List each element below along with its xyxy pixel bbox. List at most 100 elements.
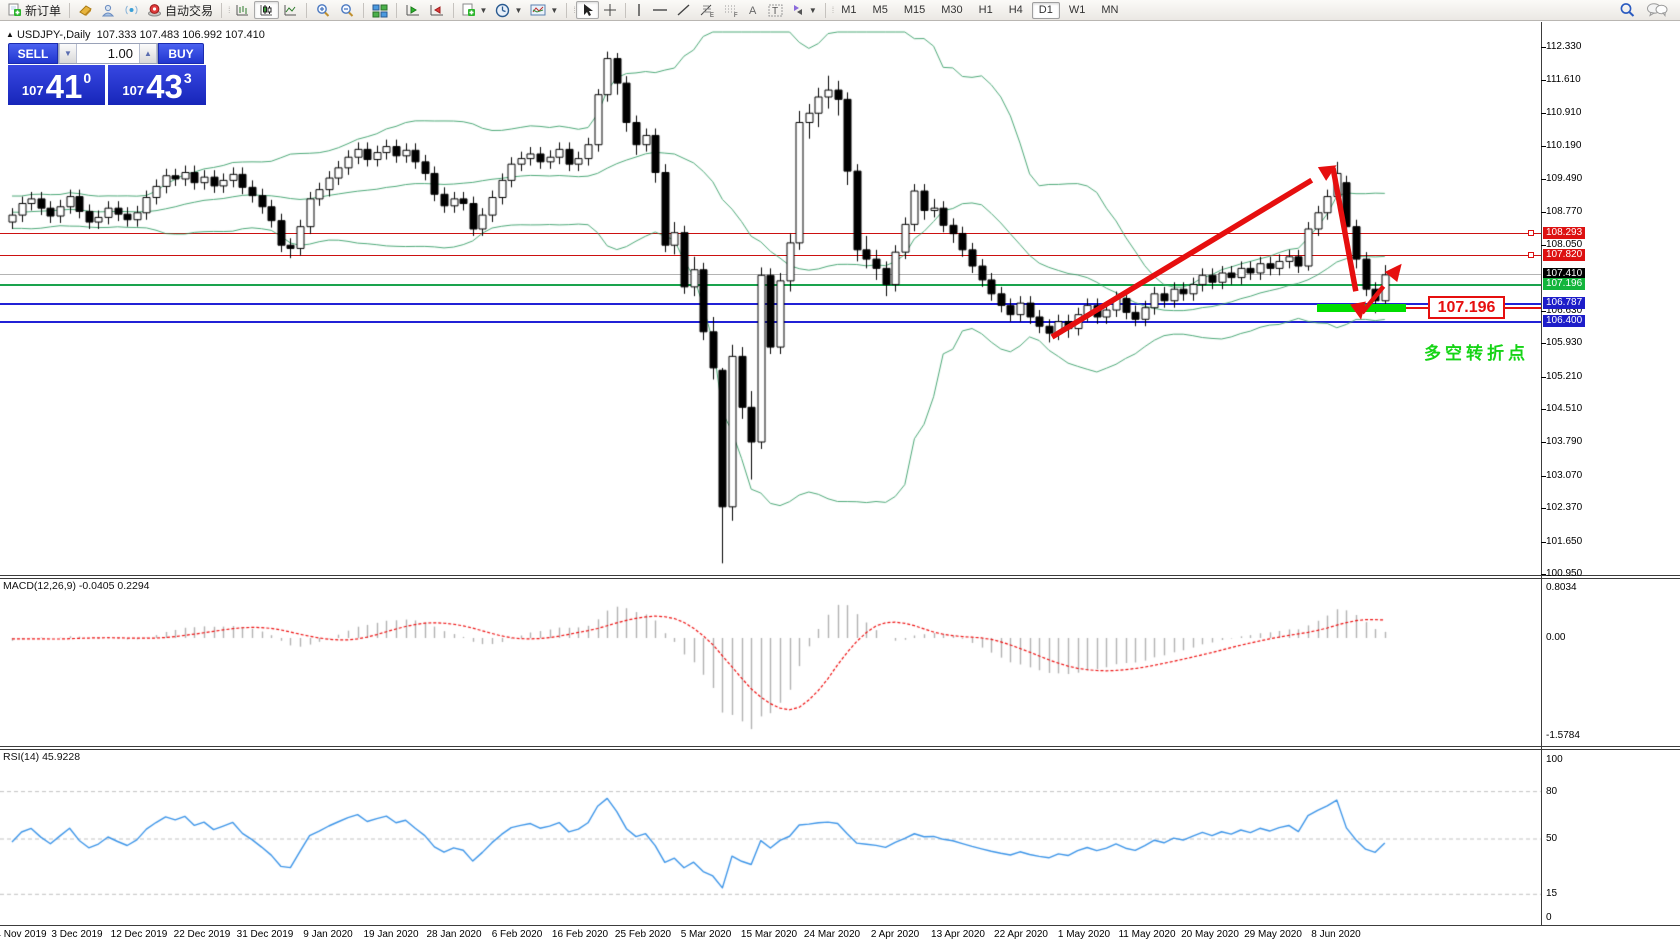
line-chart-button[interactable] [279,1,302,19]
sell-price-big: 41 [45,68,83,105]
buy-price-sup: 3 [183,70,192,86]
panel-separator[interactable] [0,749,1680,750]
macd-axis-label: 0.8034 [1546,582,1577,594]
zoom-in-button[interactable] [311,1,335,19]
cursor-button[interactable] [575,1,599,19]
price-marker-label-green: 107.196 [1543,277,1586,290]
text-label-button[interactable]: T [764,1,787,19]
chart-canvas[interactable] [0,22,1541,926]
toolbar-separator [566,2,568,18]
tab-timeframe-h1[interactable]: H1 [972,2,1000,19]
new-order-icon [8,3,22,17]
time-axis-label: 6 Feb 2020 [491,929,543,940]
fibonacci-button[interactable]: E [695,1,719,19]
autotrade-button[interactable]: 自动交易 [143,1,217,19]
styler-button[interactable] [74,1,97,19]
volume-decrease-button[interactable]: ▼ [59,44,77,63]
time-axis-label: 12 Dec 2019 [110,929,168,940]
candle-chart-icon [259,3,274,17]
hline-endpoint-marker[interactable] [1528,229,1534,236]
new-order-button[interactable]: 新订单 [4,1,65,19]
time-axis-label: 1 May 2020 [1057,929,1111,940]
symbol-marker-icon: ▲ [6,30,14,39]
periods-clock-icon [495,3,510,18]
rsi-label: RSI(14) 45.9228 [3,751,81,763]
crosshair-button[interactable] [599,1,621,19]
macd-axis-label: -1.5784 [1546,729,1580,741]
styler-icon [78,3,93,17]
time-axis-label: 2 Apr 2020 [870,929,920,940]
crosshair-icon [603,3,617,17]
step-back-button[interactable] [425,1,449,19]
tab-timeframe-mn[interactable]: MN [1094,2,1125,19]
chat-icon[interactable] [1646,2,1668,18]
text-button[interactable]: A [743,1,764,19]
search-icon[interactable] [1619,2,1636,18]
horizontal-line-button[interactable] [648,1,672,19]
hline-endpoint-marker[interactable] [1528,251,1534,258]
price-tick-label: 105.210 [1546,370,1583,382]
time-axis-label: 22 Dec 2019 [173,929,231,940]
toolbar-grip: ⁞ [228,5,230,15]
sell-price-box[interactable]: 107 41 0 [8,65,105,105]
panel-separator[interactable] [0,578,1680,579]
time-axis-label: 13 Apr 2020 [931,929,985,940]
new-chart-button[interactable]: ▼ [458,1,492,19]
horizontal-line-icon [652,3,668,17]
rsi-axis-label: 50 [1546,833,1558,844]
volume-stepper: ▼ ▲ [58,43,158,64]
tab-timeframe-w1[interactable]: W1 [1062,2,1093,19]
templates-button[interactable]: ▼ [526,1,562,19]
signal-button[interactable] [120,1,143,19]
buy-button[interactable]: BUY [158,43,204,64]
fibonacci-icon: E [699,3,715,18]
tab-timeframe-m30[interactable]: M30 [934,2,969,19]
turning-point-annotation[interactable]: 多空转折点 [1424,339,1529,364]
toolbar-separator [362,2,364,18]
autotrade-icon [147,3,162,17]
shapes-button[interactable]: ▼ [787,1,821,19]
price-tick-label: 101.650 [1546,535,1583,547]
chevron-down-icon: ▼ [514,5,523,15]
toolbar-separator [305,2,307,18]
tile-windows-button[interactable] [368,1,392,19]
toolbar-separator [452,2,454,18]
price-marker-label-blue: 106.400 [1543,314,1586,327]
tab-timeframe-d1[interactable]: D1 [1031,1,1060,19]
periods-button[interactable]: ▼ [491,1,526,19]
candle-chart-button[interactable] [253,1,279,19]
green-highlight-bar[interactable] [1317,304,1406,312]
svg-text:F: F [734,13,738,18]
zoom-out-button[interactable] [335,1,359,19]
vertical-line-button[interactable] [630,1,648,19]
volume-input[interactable] [77,44,139,63]
buy-price-box[interactable]: 107 43 3 [108,65,206,105]
tab-timeframe-m5[interactable]: M5 [866,2,895,19]
chevron-down-icon: ▼ [550,5,559,15]
text-icon: A [747,3,760,17]
bar-chart-button[interactable] [231,1,254,19]
time-axis-label: 9 Jan 2020 [303,929,353,940]
volume-increase-button[interactable]: ▲ [139,44,157,63]
price-callout-box[interactable]: 107.196 [1428,296,1505,319]
panel-separator[interactable] [0,575,1680,576]
rsi-axis-label: 100 [1546,754,1563,765]
new-order-label: 新订单 [25,3,62,18]
chevron-down-icon: ▼ [808,5,817,15]
cursor-icon [581,3,594,17]
profile-button[interactable] [97,1,120,19]
tab-timeframe-h4[interactable]: H4 [1002,2,1030,19]
toolbar-separator [69,2,71,18]
grid-button[interactable]: F [719,1,743,19]
sell-button[interactable]: SELL [8,43,58,64]
panel-separator [0,925,1680,926]
price-marker-label-red: 108.293 [1543,226,1586,239]
text-label-icon: T [768,3,783,17]
panel-separator[interactable] [0,746,1680,747]
step-forward-button[interactable] [401,1,425,19]
time-axis-label: 8 Jun 2020 [1311,929,1361,940]
tab-timeframe-m1[interactable]: M1 [834,2,863,19]
tab-timeframe-m15[interactable]: M15 [897,2,932,19]
trendline-button[interactable] [672,1,695,19]
rsi-axis-label: 15 [1546,888,1558,900]
